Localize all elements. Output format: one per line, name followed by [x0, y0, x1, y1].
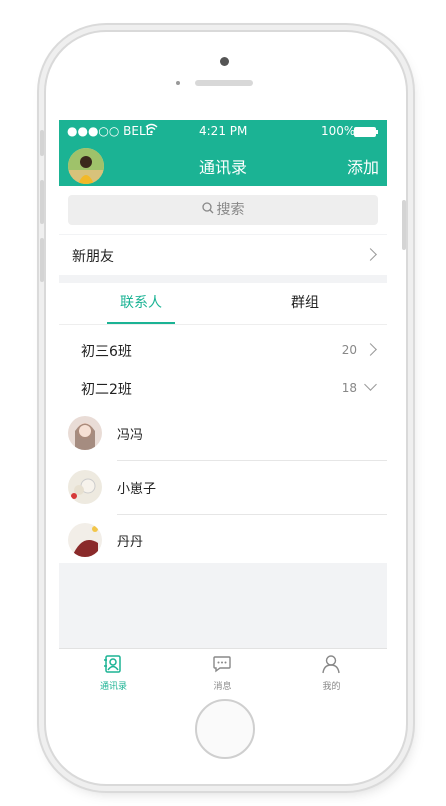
class-group-row[interactable]: 初二2班 18	[59, 368, 387, 406]
volume-up-button	[40, 180, 44, 224]
class-name: 初二2班	[81, 382, 132, 398]
volume-down-button	[40, 238, 44, 282]
bottom-tab-bar: 通讯录 消息 我的	[59, 648, 387, 693]
tab-contacts-bottom[interactable]: 通讯录	[59, 649, 168, 693]
tab-contacts-label: 通讯录	[99, 682, 127, 692]
status-bar: ●●●○○ BELL 4:21 PM 100%	[59, 120, 387, 142]
contact-name: 小崽子	[117, 482, 157, 497]
tab-active-indicator	[107, 322, 175, 324]
app-screen: ●●●○○ BELL 4:21 PM 100% 通讯录 添加 搜索 新朋友 联系…	[59, 120, 387, 693]
contact-avatar	[68, 470, 102, 504]
sensor-dot	[176, 81, 180, 85]
tab-messages-label: 消息	[213, 682, 232, 692]
chevron-right-icon	[364, 248, 377, 261]
chevron-down-icon	[364, 378, 377, 391]
power-button	[402, 200, 406, 250]
contacts-icon	[104, 655, 121, 673]
class-group-row[interactable]: 初三6班 20	[59, 330, 387, 368]
wifi-icon	[145, 123, 158, 137]
search-icon	[201, 195, 214, 225]
search-bar: 搜索	[59, 186, 387, 234]
clock-label: 4:21 PM	[199, 124, 248, 138]
chevron-right-icon	[364, 343, 377, 356]
new-friends-label: 新朋友	[72, 249, 114, 265]
battery-icon	[354, 126, 379, 140]
tab-profile[interactable]: 我的	[277, 649, 386, 693]
nav-bar: 通讯录 添加	[59, 142, 387, 186]
list-item[interactable]: 丹丹	[59, 514, 387, 567]
contact-avatar	[68, 416, 102, 450]
add-button[interactable]: 添加	[347, 154, 379, 178]
carrier-label: ●●●○○ BELL	[67, 124, 153, 138]
page-title: 通讯录	[198, 158, 247, 177]
contact-list: 初三6班 20 初二2班 18 冯冯 小崽子 丹丹	[59, 325, 387, 563]
contact-name: 冯冯	[117, 428, 144, 443]
earpiece-speaker	[195, 80, 253, 86]
class-count: 20	[341, 343, 357, 357]
battery-percent: 100%	[321, 124, 356, 138]
home-button[interactable]	[195, 699, 255, 759]
user-avatar[interactable]	[68, 148, 104, 184]
camera-dot	[220, 57, 229, 66]
new-friends-row[interactable]: 新朋友	[59, 235, 387, 275]
list-item[interactable]: 小崽子	[59, 461, 387, 514]
message-icon	[213, 656, 231, 673]
tab-bar-top: 联系人 群组	[59, 283, 387, 325]
contact-avatar	[68, 523, 102, 557]
class-count: 18	[341, 381, 357, 395]
class-name: 初三6班	[81, 344, 132, 360]
list-item[interactable]: 冯冯	[59, 407, 387, 460]
tab-profile-label: 我的	[322, 682, 341, 692]
profile-icon	[322, 655, 340, 674]
contact-name: 丹丹	[117, 535, 144, 550]
tab-contacts[interactable]: 联系人	[59, 283, 223, 323]
tab-groups[interactable]: 群组	[223, 283, 387, 323]
mute-switch	[40, 130, 44, 156]
tab-messages[interactable]: 消息	[168, 649, 277, 693]
search-input[interactable]: 搜索	[68, 195, 378, 225]
search-placeholder: 搜索	[216, 202, 245, 218]
